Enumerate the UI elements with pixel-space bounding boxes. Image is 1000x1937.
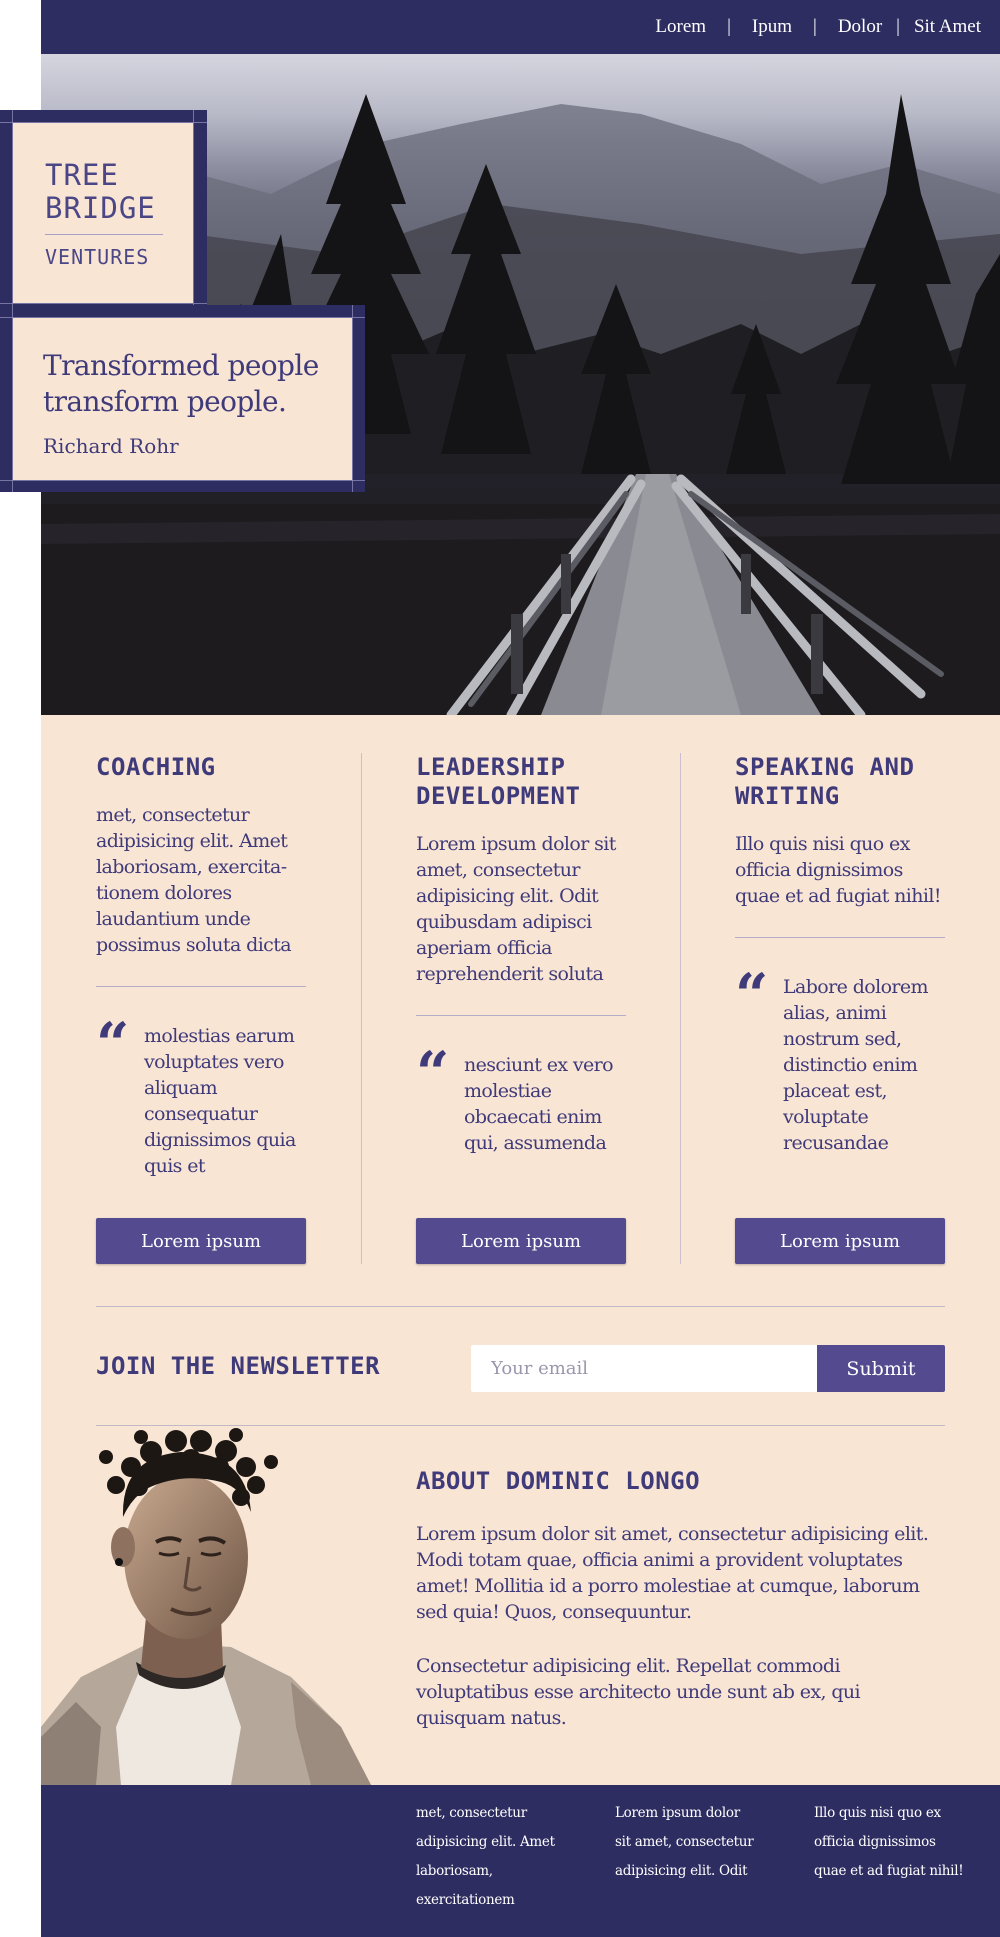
service-speaking-writing: SPEAKING AND WRITING Illo quis nisi quo … [735, 753, 945, 1156]
email-input[interactable] [471, 1345, 818, 1392]
leadership-button[interactable]: Lorem ipsum [416, 1218, 626, 1264]
footer: met, consectetur adipisicing elit. Amet … [41, 1785, 1000, 1937]
logo-text-bridge: BRIDGE [45, 191, 156, 225]
about-paragraph-2: Consectetur adipisicing elit. Repellat c… [416, 1655, 861, 1729]
nav-link-sit-amet[interactable]: Sit Amet [914, 16, 981, 38]
main-content: COACHING met, consectetur adipisicing el… [41, 715, 1000, 1785]
column-divider [361, 753, 362, 1264]
hero-quote-author: Richard Rohr [43, 434, 179, 458]
quote-icon: “ [735, 961, 769, 1029]
about-title: ABOUT DOMINIC LONGO [416, 1467, 701, 1495]
quote-icon: “ [416, 1039, 450, 1107]
testimonial: “ molestias earum voluptates vero aliqua… [96, 1010, 306, 1179]
testimonial-text: molestias earum voluptates vero aliquam … [144, 1025, 296, 1177]
nav-separator: | [727, 16, 731, 37]
quote-icon: “ [96, 1010, 130, 1078]
nav-link-ipum[interactable]: Ipum [752, 16, 792, 38]
logo-text-ventures: VENTURES [45, 245, 150, 269]
logo-card: TREE BRIDGE VENTURES [0, 110, 207, 315]
service-description: met, consectetur adipisicing elit. Amet … [96, 804, 292, 956]
testimonial-text: Labore dolorem alias, animi nostrum sed,… [783, 976, 929, 1154]
newsletter-title: JOIN THE NEWSLETTER [96, 1352, 381, 1380]
service-coaching: COACHING met, consectetur adipisicing el… [96, 753, 306, 1179]
hero-quote-card: Transformed people transform people. Ric… [0, 305, 365, 492]
portrait-photo [41, 1428, 371, 1785]
divider [735, 937, 945, 938]
nav-separator: | [813, 16, 817, 37]
footer-column-3: Illo quis nisi quo ex officia dignissimo… [814, 1805, 964, 1879]
divider [96, 986, 306, 987]
divider [416, 1015, 626, 1016]
service-description: Illo quis nisi quo ex officia dignissimo… [735, 833, 942, 907]
hero-quote-text: Transformed people transform people. [43, 349, 319, 418]
top-nav: Lorem | Ipum | Dolor | Sit Amet [41, 0, 1000, 54]
section-divider [96, 1306, 945, 1307]
service-leadership-development: LEADERSHIP DEVELOPMENT Lorem ipsum dolor… [416, 753, 626, 1156]
nav-separator: | [896, 16, 900, 37]
service-title: COACHING [96, 753, 216, 781]
service-title: LEADERSHIP DEVELOPMENT [416, 753, 581, 810]
about-paragraph-1: Lorem ipsum dolor sit amet, consectetur … [416, 1523, 929, 1623]
logo-divider [45, 234, 163, 235]
speaking-button[interactable]: Lorem ipsum [735, 1218, 945, 1264]
service-description: Lorem ipsum dolor sit amet, consectetur … [416, 833, 616, 985]
nav-link-dolor[interactable]: Dolor [838, 16, 882, 38]
testimonial: “ Labore dolorem alias, animi nostrum se… [735, 961, 945, 1156]
testimonial-text: nesciunt ex vero molestiae obcaecati eni… [464, 1054, 614, 1154]
footer-column-1: met, consectetur adipisicing elit. Amet … [416, 1805, 555, 1908]
service-title: SPEAKING AND WRITING [735, 753, 915, 810]
column-divider [680, 753, 681, 1264]
submit-button[interactable]: Submit [817, 1345, 945, 1392]
coaching-button[interactable]: Lorem ipsum [96, 1218, 306, 1264]
nav-link-lorem[interactable]: Lorem [655, 16, 706, 38]
footer-column-2: Lorem ipsum dolor sit amet, consectetur … [615, 1805, 754, 1879]
testimonial: “ nesciunt ex vero molestiae obcaecati e… [416, 1039, 626, 1156]
logo-text-tree: TREE [45, 158, 119, 192]
section-divider [96, 1425, 945, 1426]
